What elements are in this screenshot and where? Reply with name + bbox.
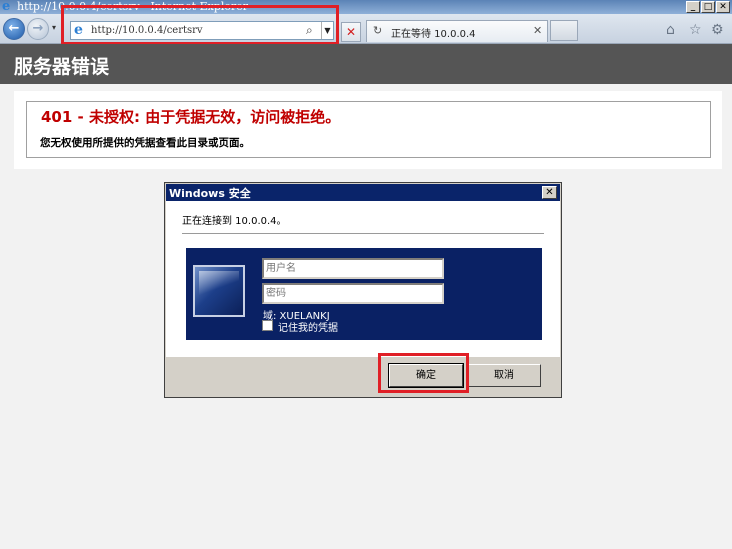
ie-logo-icon: e bbox=[2, 0, 11, 14]
favorites-star-icon[interactable]: ☆ bbox=[689, 22, 702, 38]
forward-button[interactable]: → bbox=[27, 18, 49, 40]
forward-arrow-icon: → bbox=[32, 21, 44, 36]
divider bbox=[182, 233, 544, 234]
tab-label: 正在等待 10.0.0.4 bbox=[391, 29, 476, 40]
minimize-button[interactable]: _ bbox=[686, 1, 700, 13]
dialog-close-button[interactable]: ✕ bbox=[542, 186, 557, 199]
page-header: 服务器错误 bbox=[0, 44, 732, 84]
credential-panel: 域: XUELANKJ 记住我的凭据 bbox=[186, 248, 542, 340]
new-tab-button[interactable] bbox=[550, 20, 578, 41]
password-input[interactable] bbox=[262, 283, 444, 304]
back-button[interactable]: ← bbox=[3, 18, 25, 40]
user-tile-icon bbox=[193, 265, 245, 317]
home-icon[interactable]: ⌂ bbox=[666, 22, 675, 38]
gear-icon[interactable]: ⚙ bbox=[711, 22, 724, 38]
stop-icon: ✕ bbox=[345, 25, 357, 39]
stop-button[interactable]: ✕ bbox=[341, 22, 361, 42]
remember-credentials-label[interactable]: 记住我的凭据 bbox=[278, 319, 338, 334]
tab-current[interactable]: ↻ 正在等待 10.0.0.4 ✕ bbox=[366, 20, 548, 42]
error-box: 401 - 未授权: 由于凭据无效，访问被拒绝。 您无权使用所提供的凭据查看此目… bbox=[26, 101, 711, 158]
cancel-button[interactable]: 取消 bbox=[467, 364, 541, 387]
close-window-button[interactable]: ✕ bbox=[716, 1, 730, 13]
ok-annotation-highlight bbox=[378, 353, 469, 393]
dialog-title: Windows 安全 bbox=[169, 187, 251, 200]
page-title: 服务器错误 bbox=[14, 56, 110, 78]
dialog-body: 正在连接到 10.0.0.4。 域: XUELANKJ 记住我的凭据 bbox=[166, 201, 560, 357]
content-area: 401 - 未授权: 由于凭据无效，访问被拒绝。 您无权使用所提供的凭据查看此目… bbox=[14, 91, 722, 169]
connecting-message: 正在连接到 10.0.0.4。 bbox=[182, 216, 287, 227]
error-title: 401 - 未授权: 由于凭据无效，访问被拒绝。 bbox=[41, 108, 341, 126]
remember-credentials-checkbox[interactable] bbox=[262, 320, 273, 331]
dialog-titlebar: Windows 安全 ✕ bbox=[166, 184, 560, 201]
maximize-button[interactable]: □ bbox=[701, 1, 715, 13]
back-arrow-icon: ← bbox=[8, 21, 20, 36]
close-icon: ✕ bbox=[545, 187, 554, 198]
tab-close-icon[interactable]: ✕ bbox=[533, 24, 542, 37]
windows-security-dialog: Windows 安全 ✕ 正在连接到 10.0.0.4。 域: XUELANKJ… bbox=[164, 182, 562, 398]
address-annotation-highlight bbox=[61, 5, 339, 45]
username-input[interactable] bbox=[262, 258, 444, 279]
loading-spinner-icon: ↻ bbox=[373, 24, 383, 37]
error-description: 您无权使用所提供的凭据查看此目录或页面。 bbox=[40, 137, 250, 149]
recent-pages-dropdown-icon[interactable]: ▾ bbox=[52, 23, 56, 32]
